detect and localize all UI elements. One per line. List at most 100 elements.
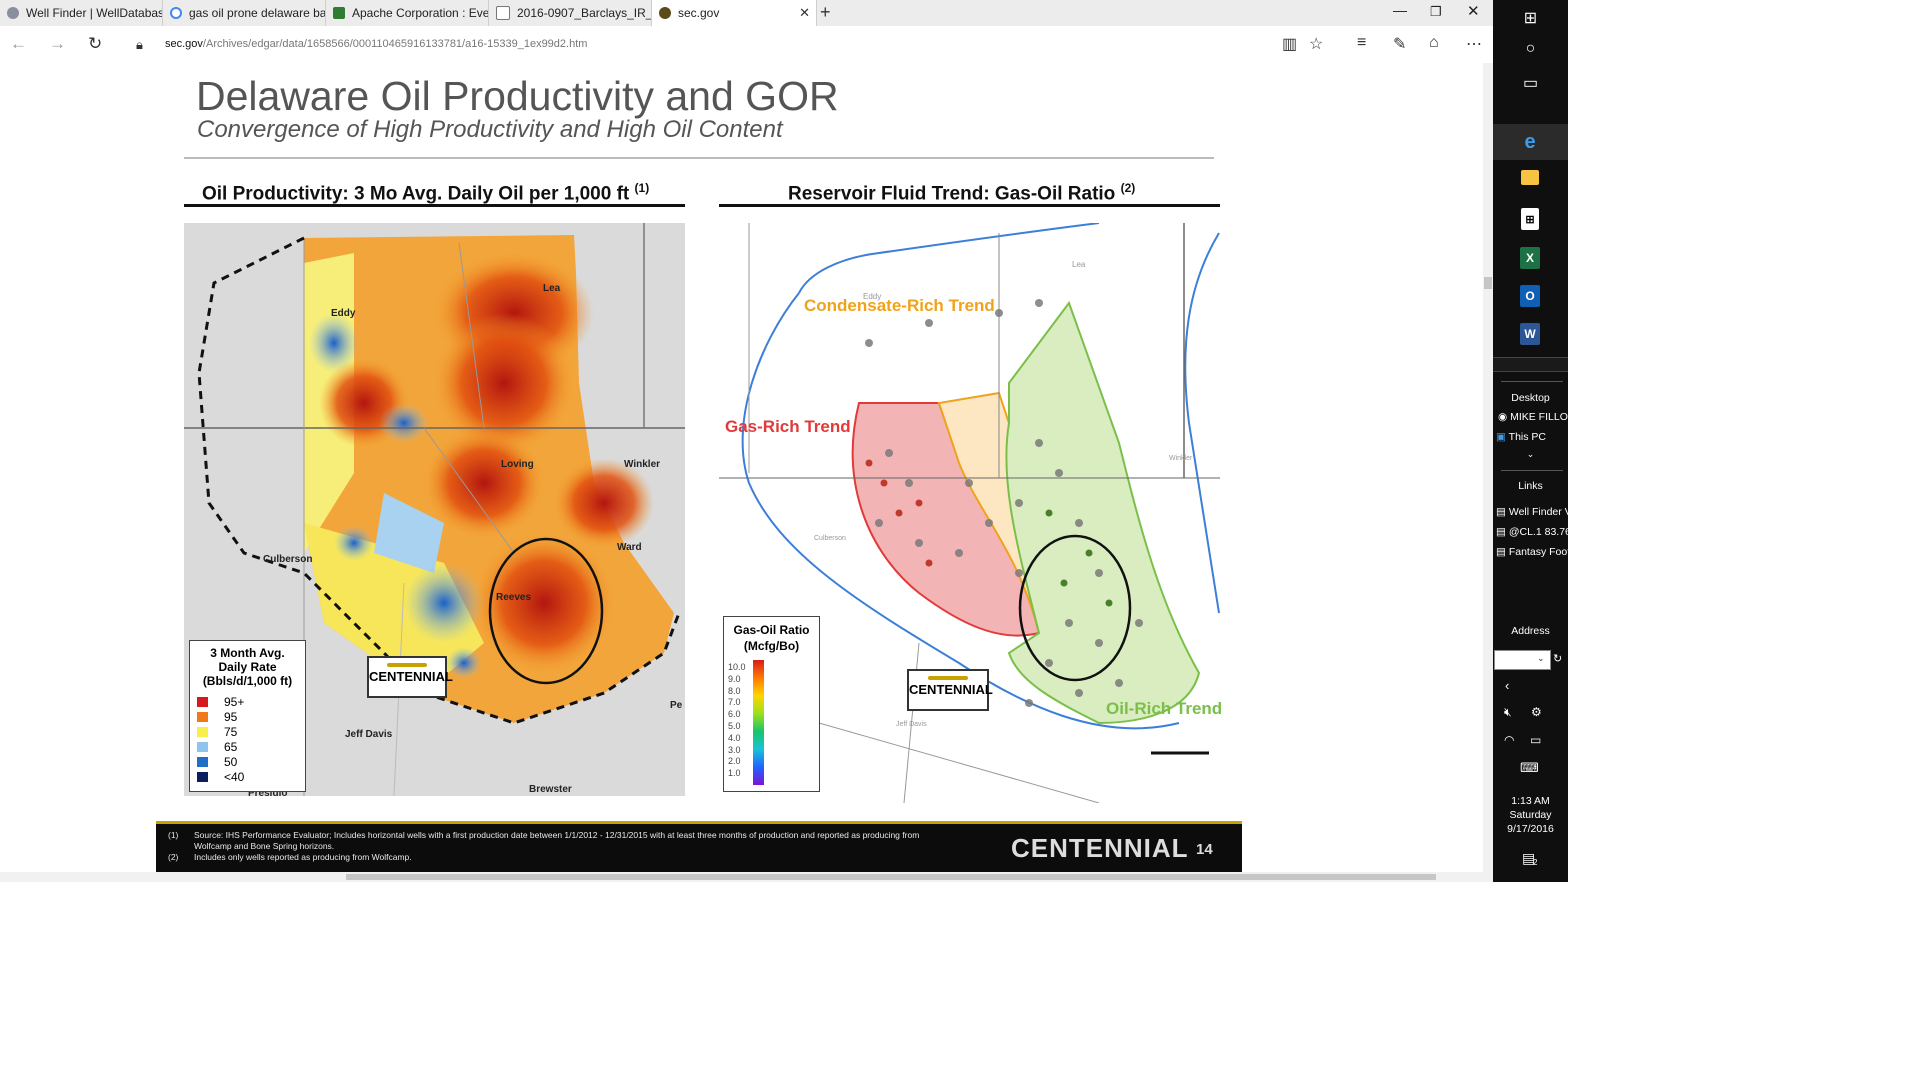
gor-tick: 5.0 — [728, 720, 741, 731]
back-icon[interactable]: ← — [10, 34, 27, 54]
scroll-thumb[interactable] — [1484, 277, 1492, 289]
more-icon[interactable]: ⋯ — [1466, 34, 1482, 54]
map-label-ward: Ward — [617, 542, 642, 553]
logo-swoosh-icon — [387, 663, 427, 667]
legend-title-2: Daily Rate — [218, 660, 277, 674]
expand-chevron-icon[interactable]: ⌄ — [1493, 449, 1568, 460]
battery-icon[interactable]: ▭ — [1530, 733, 1541, 747]
legend-title-1: 3 Month Avg. — [210, 646, 285, 660]
gor-tick: 7.0 — [728, 697, 741, 708]
gor-tick: 6.0 — [728, 709, 741, 720]
outlook-icon[interactable]: O — [1520, 285, 1540, 307]
keyboard-icon[interactable]: ⌨ — [1520, 760, 1539, 776]
monitor-icon: ▣ — [1496, 431, 1506, 443]
horizontal-scrollbar[interactable] — [0, 872, 1493, 882]
footnote-1-line-2: Wolfcamp and Bone Spring horizons. — [194, 841, 335, 851]
taskbar-scrollbar[interactable] — [1493, 357, 1568, 372]
tab-label: gas oil prone delaware basi — [189, 6, 326, 20]
desktop-item-label: This PC — [1508, 431, 1546, 443]
desktop-item-this-pc[interactable]: ▣ This PC — [1496, 431, 1546, 443]
divider — [1501, 381, 1563, 382]
favorite-star-icon[interactable]: ☆ — [1309, 34, 1323, 54]
logo-text: CENTENNIAL — [909, 682, 993, 697]
gor-tick: 10.0 — [728, 662, 746, 672]
map-label-pe: Pe — [670, 700, 683, 711]
desktop-item-user[interactable]: ◉ MIKE FILLOO — [1498, 411, 1576, 423]
desktop-toolbar-label: Desktop — [1511, 392, 1550, 404]
gor-tick: 8.0 — [728, 685, 741, 696]
footnote-1-line-1: Source: IHS Performance Evaluator; Inclu… — [194, 830, 920, 840]
legend-label: 95 — [224, 709, 238, 724]
tab-barclays-pdf[interactable]: 2016-0907_Barclays_IR_Pres — [489, 0, 652, 26]
map-label-loving: Loving — [501, 459, 534, 470]
map-label-jeff-davis: Jeff Davis — [345, 729, 393, 740]
go-refresh-icon[interactable]: ↻ — [1553, 652, 1562, 665]
word-icon[interactable]: W — [1520, 323, 1540, 345]
tab-well-finder[interactable]: Well Finder | WellDatabase — [0, 0, 163, 26]
scroll-thumb[interactable] — [346, 874, 1436, 880]
link-label: Fantasy Foot — [1508, 546, 1571, 558]
trend-label-gas: Gas-Rich Trend — [725, 417, 851, 436]
legend-label: 75 — [224, 724, 238, 739]
tab-bar: Well Finder | WellDatabase gas oil prone… — [0, 0, 1493, 26]
restore-icon[interactable]: ❐ — [1430, 4, 1442, 20]
refresh-icon[interactable]: ↻ — [88, 34, 102, 54]
clock-day[interactable]: Saturday — [1493, 809, 1568, 821]
link-item-cl[interactable]: ▤ @CL.1 83.76 — [1496, 526, 1571, 538]
store-icon[interactable]: ⊞ — [1521, 208, 1539, 230]
legend-swatch — [197, 696, 208, 707]
web-note-icon[interactable]: ✎ — [1393, 34, 1406, 54]
url-path: /Archives/edgar/data/1658566/00011046591… — [202, 38, 588, 50]
tab-apache[interactable]: Apache Corporation : Event — [326, 0, 489, 26]
edge-icon[interactable]: e — [1517, 131, 1543, 153]
footnote-1-number: (1) — [168, 830, 179, 840]
map-label-lea: Lea — [543, 283, 561, 294]
dropdown-chevron-icon[interactable]: ⌄ — [1537, 653, 1545, 664]
taskbar: ⊞ ○ ▭ e ⊞ X O W Desktop ◉ MIKE FILLOO ▣ … — [1493, 0, 1576, 882]
apache-icon — [333, 7, 345, 19]
link-label: @CL.1 83.76 — [1508, 526, 1571, 538]
network-share-icon[interactable]: ⚙ — [1531, 705, 1542, 719]
right-heading-rule — [719, 204, 1220, 207]
minimize-icon[interactable]: — — [1393, 2, 1407, 18]
legend-label: 65 — [224, 739, 238, 754]
excel-icon[interactable]: X — [1520, 247, 1540, 269]
gor-ticks: 10.0 9.0 8.0 7.0 6.0 5.0 4.0 3.0 2.0 1.0 — [728, 662, 746, 780]
tab-google-search[interactable]: gas oil prone delaware basi — [163, 0, 326, 26]
footnote-2-line-1: Includes only wells reported as producin… — [194, 852, 412, 862]
slide-footer: (1) Source: IHS Performance Evaluator; I… — [156, 821, 1242, 872]
right-panel-heading: Reservoir Fluid Trend: Gas-Oil Ratio (2) — [788, 181, 1135, 205]
map-label-winkler: Winkler — [624, 459, 661, 470]
new-tab-icon[interactable]: + — [820, 2, 831, 23]
volume-muted-icon[interactable]: 🔇︎ — [1504, 705, 1512, 720]
legend-label: 95+ — [224, 694, 245, 709]
logo-swoosh-icon — [928, 676, 968, 680]
map-label-eddy-gor: Eddy — [863, 292, 882, 301]
tab-sec-gov[interactable]: sec.gov ✕ — [652, 0, 817, 26]
document-icon — [496, 6, 510, 20]
cortana-icon[interactable]: ○ — [1493, 40, 1568, 58]
map-label-brewster: Brewster — [529, 784, 572, 795]
hub-icon[interactable]: ≡ — [1357, 34, 1366, 52]
link-item-well-finder[interactable]: ▤ Well Finder V — [1496, 506, 1572, 518]
file-explorer-icon[interactable] — [1521, 170, 1539, 185]
task-view-icon[interactable]: ▭ — [1493, 73, 1568, 93]
map-label-culberson: Culberson — [263, 554, 313, 565]
share-icon[interactable]: ⌂ — [1429, 34, 1439, 52]
link-item-fantasy[interactable]: ▤ Fantasy Foot — [1496, 546, 1570, 558]
close-tab-icon[interactable]: ✕ — [799, 5, 810, 21]
show-hidden-icons-chevron[interactable]: ‹ — [1505, 678, 1509, 693]
url-field[interactable]: sec.gov/Archives/edgar/data/1658566/0001… — [165, 38, 587, 50]
trend-label-oil: Oil-Rich Trend — [1106, 699, 1223, 718]
globe-icon — [7, 7, 19, 19]
legend-title-3: (Bbls/d/1,000 ft) — [202, 674, 293, 688]
clock-time[interactable]: 1:13 AM — [1493, 795, 1568, 807]
clock-date[interactable]: 9/17/2016 — [1493, 823, 1568, 835]
windows-start-icon[interactable]: ⊞ — [1493, 8, 1568, 28]
wifi-icon[interactable]: ◠ — [1504, 733, 1514, 747]
forward-icon[interactable]: → — [49, 34, 66, 54]
close-window-icon[interactable]: ✕ — [1467, 2, 1480, 20]
vertical-scrollbar[interactable] — [1483, 63, 1493, 872]
reading-view-icon[interactable]: ▥ — [1282, 34, 1297, 54]
seal-icon — [659, 7, 671, 19]
